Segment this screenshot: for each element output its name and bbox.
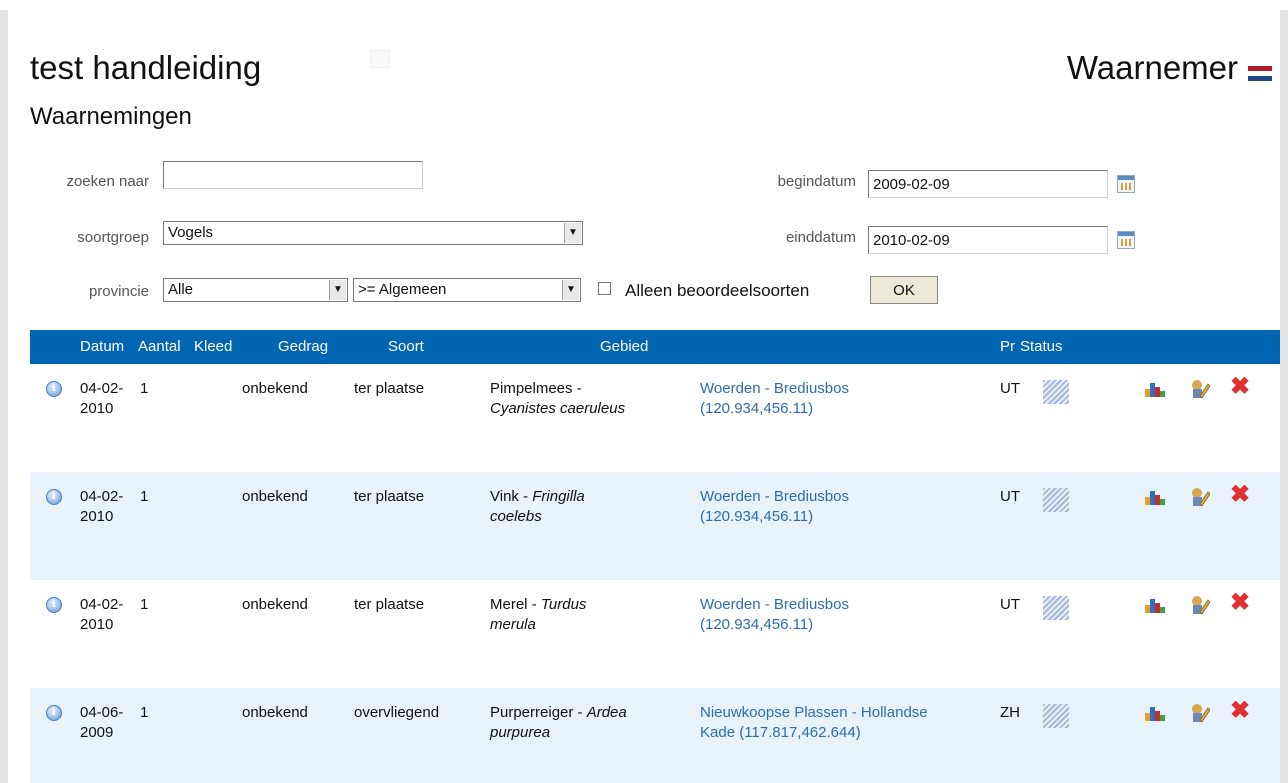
flag-stripe-blue	[1248, 76, 1272, 81]
row-kleed: onbekend	[242, 596, 308, 613]
row-provincie: UT	[1000, 488, 1020, 505]
begindatum-label: begindatum	[777, 173, 856, 190]
status-pending-icon	[1043, 488, 1069, 512]
row-gebied-link[interactable]: Nieuwkoopse Plassen - Hollandse Kade (11…	[700, 703, 940, 743]
bar-chart-icon[interactable]	[1145, 489, 1165, 505]
table-header: Datum Aantal Kleed Gedrag Soort Gebied P…	[30, 330, 1280, 364]
row-kleed: onbekend	[242, 488, 308, 505]
row-provincie: ZH	[1000, 704, 1020, 721]
status-pending-icon	[1043, 704, 1069, 728]
dutch-flag-icon[interactable]	[1248, 66, 1272, 81]
row-gedrag: overvliegend	[354, 704, 440, 721]
info-icon[interactable]: i	[46, 597, 62, 613]
column-header-datum[interactable]: Datum	[80, 338, 124, 355]
role-title: Waarnemer	[1066, 49, 1238, 86]
column-header-aantal[interactable]: Aantal	[138, 338, 181, 355]
edit-icon[interactable]	[1190, 486, 1211, 508]
row-provincie: UT	[1000, 380, 1020, 397]
table-row: i 04-06- 2009 1 onbekend overvliegend Pur…	[30, 688, 1280, 783]
soortgroep-value: Vogels	[168, 224, 214, 241]
row-soort: Purperreiger - Ardea purpurea	[490, 704, 627, 741]
column-header-soort[interactable]: Soort	[388, 338, 424, 355]
column-header-kleed[interactable]: Kleed	[194, 338, 232, 355]
bar-chart-icon[interactable]	[1145, 705, 1165, 721]
row-date: 04-02- 2010	[80, 488, 124, 525]
info-icon[interactable]: i	[46, 705, 62, 721]
column-header-gebied[interactable]: Gebied	[600, 338, 648, 355]
content-panel: test handleiding Waarnemer Waarnemingen …	[8, 10, 1280, 783]
bar-chart-icon[interactable]	[1145, 597, 1165, 613]
status-pending-icon	[1043, 596, 1069, 620]
column-header-gedrag[interactable]: Gedrag	[278, 338, 328, 355]
row-date: 04-06- 2009	[80, 704, 124, 741]
provincie-value: Alle	[168, 281, 194, 298]
begindatum-input[interactable]	[868, 170, 1108, 198]
row-gebied-link[interactable]: Woerden - Brediusbos (120.934,456.11)	[700, 595, 940, 635]
table-row: i 04-02- 2010 1 onbekend ter plaatse Pimp…	[30, 364, 1280, 472]
bar-chart-icon[interactable]	[1145, 381, 1165, 397]
einddatum-label: einddatum	[785, 229, 856, 246]
edit-icon[interactable]	[1190, 702, 1211, 724]
search-label: zoeken naar	[66, 173, 149, 190]
row-soort: Vink - Fringilla coelebs	[490, 488, 585, 525]
einddatum-input[interactable]	[868, 226, 1108, 254]
delete-icon[interactable]: ✖	[1230, 591, 1252, 615]
delete-icon[interactable]: ✖	[1230, 483, 1252, 507]
row-aantal: 1	[140, 488, 149, 505]
ok-button[interactable]: OK	[870, 276, 938, 304]
table-row: i 04-02- 2010 1 onbekend ter plaatse Mere…	[30, 580, 1280, 688]
page-frame: test handleiding Waarnemer Waarnemingen …	[0, 10, 1288, 783]
table-row: i 04-02- 2010 1 onbekend ter plaatse Vink…	[30, 472, 1280, 580]
beoordeelsoorten-label: Alleen beoordeelsoorten	[625, 281, 810, 300]
row-aantal: 1	[140, 704, 149, 721]
title-placeholder-icon	[370, 50, 390, 68]
chevron-down-icon[interactable]: ▼	[562, 280, 579, 300]
row-aantal: 1	[140, 380, 149, 397]
provincie-label: provincie	[88, 283, 149, 300]
edit-icon[interactable]	[1190, 594, 1211, 616]
chevron-down-icon[interactable]: ▼	[564, 223, 581, 243]
row-kleed: onbekend	[242, 704, 308, 721]
row-soort: Merel - Turdus merula	[490, 596, 587, 633]
page-title: Waarnemingen	[30, 103, 192, 130]
zeldzaamheid-value: >= Algemeen	[358, 281, 447, 298]
begindatum-calendar-icon[interactable]	[1117, 175, 1135, 193]
row-soort: Pimpelmees - Cyanistes caeruleus	[490, 380, 626, 417]
edit-icon[interactable]	[1190, 378, 1211, 400]
zeldzaamheid-select[interactable]: >= Algemeen ▼	[353, 278, 581, 302]
row-gebied-link[interactable]: Woerden - Brediusbos (120.934,456.11)	[700, 487, 940, 527]
top-banner-cropped	[0, 0, 1288, 10]
row-gedrag: ter plaatse	[354, 488, 425, 505]
site-title: test handleiding	[30, 49, 262, 86]
chevron-down-icon[interactable]: ▼	[329, 280, 346, 300]
row-date: 04-02- 2010	[80, 380, 124, 417]
row-gebied-link[interactable]: Woerden - Brediusbos (120.934,456.11)	[700, 379, 940, 419]
einddatum-calendar-icon[interactable]	[1117, 231, 1135, 249]
row-aantal: 1	[140, 596, 149, 613]
provincie-select[interactable]: Alle ▼	[163, 278, 348, 302]
column-header-status[interactable]: Status	[1020, 338, 1063, 355]
beoordeelsoorten-checkbox[interactable]	[598, 282, 611, 295]
info-icon[interactable]: i	[46, 489, 62, 505]
info-icon[interactable]: i	[46, 381, 62, 397]
column-header-provincie[interactable]: Pr	[1000, 338, 1015, 355]
row-provincie: UT	[1000, 596, 1020, 613]
row-gedrag: ter plaatse	[354, 380, 425, 397]
row-gedrag: ter plaatse	[354, 596, 425, 613]
delete-icon[interactable]: ✖	[1230, 699, 1252, 723]
status-pending-icon	[1043, 380, 1069, 404]
row-kleed: onbekend	[242, 380, 308, 397]
soortgroep-label: soortgroep	[77, 229, 149, 246]
soortgroep-select[interactable]: Vogels ▼	[163, 221, 583, 245]
delete-icon[interactable]: ✖	[1230, 375, 1252, 399]
row-date: 04-02- 2010	[80, 596, 124, 633]
search-input[interactable]	[163, 161, 423, 189]
